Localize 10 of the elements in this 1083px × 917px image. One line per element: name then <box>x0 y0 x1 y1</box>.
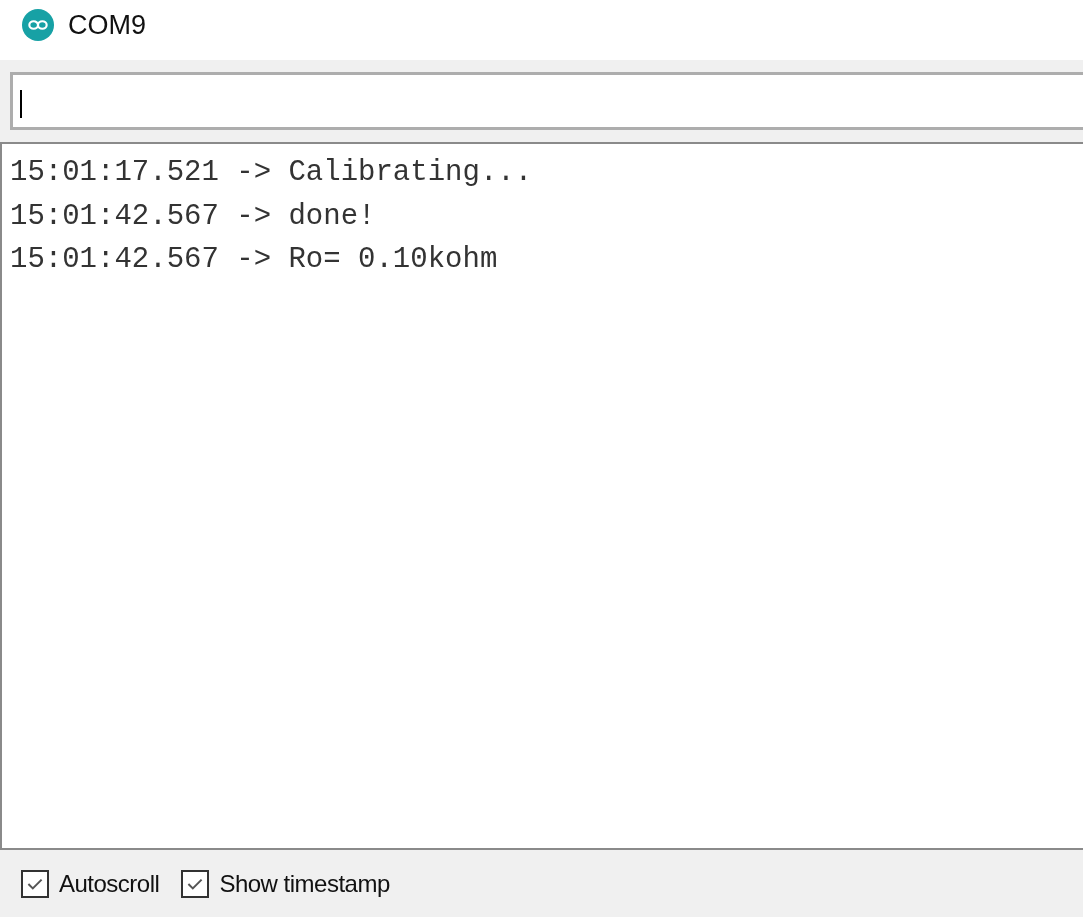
output-line: 15:01:17.521 -> Calibrating... <box>10 156 534 191</box>
checkbox-label: Autoscroll <box>59 869 160 898</box>
output-line: 15:01:42.567 -> Ro= 0.10kohm <box>10 243 499 278</box>
checkbox-label: Show timestamp <box>219 869 390 898</box>
checkbox[interactable] <box>181 869 210 898</box>
app-logo-icon <box>22 9 54 41</box>
checkbox[interactable] <box>21 869 49 898</box>
output-line: 15:01:42.567 -> done! <box>10 199 377 235</box>
window-title: COM9 <box>68 9 146 41</box>
input-field[interactable] <box>10 72 1083 130</box>
